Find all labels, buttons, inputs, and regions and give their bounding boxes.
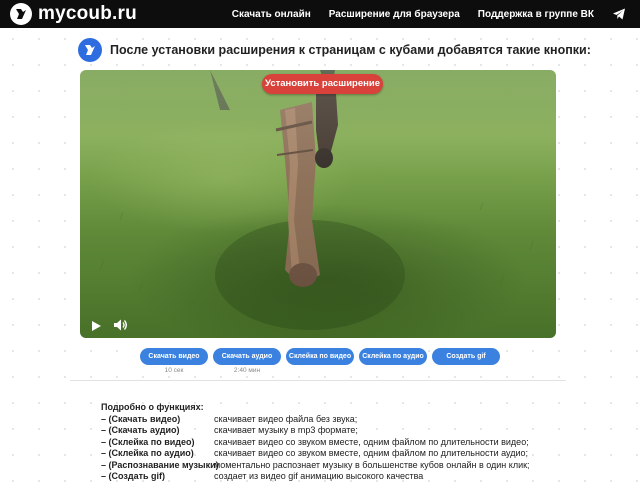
list-item: – (Создать gif) создает из видео gif ани… <box>101 471 530 483</box>
nav-download-online[interactable]: Скачать онлайн <box>232 9 311 20</box>
button-captions: 10 сек 2:40 мин <box>140 367 286 374</box>
feature-name: – (Распознавание музыки) <box>101 459 219 470</box>
feature-name: – (Склейка по аудио) <box>101 448 194 458</box>
audio-duration: 2:40 мин <box>233 367 261 374</box>
video-player[interactable]: Установить расширение <box>80 70 556 338</box>
install-extension-button[interactable]: Установить расширение <box>262 74 383 94</box>
download-video-button[interactable]: Скачать видео <box>140 348 208 365</box>
feature-desc: создает из видео gif анимацию высокого к… <box>214 471 424 481</box>
volume-icon[interactable] <box>113 318 128 332</box>
merge-by-video-button[interactable]: Склейка по видео <box>286 348 354 365</box>
feature-name: – (Создать gif) <box>101 471 166 481</box>
features-list: Подробно о функциях: – (Скачать видео) с… <box>101 402 530 483</box>
feature-desc: скачивает видео со звуком вместе, одним … <box>214 448 529 458</box>
download-audio-button[interactable]: Скачать аудио <box>213 348 281 365</box>
coub-action-buttons: Скачать видео Скачать аудио Склейка по в… <box>140 348 505 365</box>
intro-text: После установки расширения к страницам с… <box>110 43 591 57</box>
logo-icon <box>10 3 32 25</box>
extension-icon <box>78 38 102 62</box>
divider <box>70 380 566 381</box>
list-item: – (Скачать видео) скачивает видео файла … <box>101 414 530 426</box>
site-name: mycoub.ru <box>38 3 137 24</box>
feature-desc: скачивает видео файла без звука; <box>214 413 358 424</box>
top-bar: mycoub.ru Скачать онлайн Расширение для … <box>0 0 640 28</box>
video-overlay <box>80 70 556 338</box>
list-item: – (Скачать аудио) скачивает музыку в mp3… <box>101 425 530 437</box>
play-icon[interactable] <box>90 319 102 331</box>
feature-desc: скачивает видео со звуком вместе, одним … <box>214 436 529 447</box>
feature-desc: моментально распознает музыку в большенс… <box>214 459 530 470</box>
main-nav: Скачать онлайн Расширение для браузера П… <box>232 0 640 28</box>
feature-desc: скачивает музыку в mp3 формате; <box>214 425 358 435</box>
list-item: – (Склейка по аудио) скачивает видео со … <box>101 448 530 460</box>
telegram-icon[interactable] <box>612 7 626 21</box>
nav-browser-extension[interactable]: Расширение для браузера <box>329 9 460 20</box>
merge-by-audio-button[interactable]: Склейка по аудио <box>359 348 427 365</box>
video-duration: 10 сек <box>164 367 184 374</box>
nav-vk-support[interactable]: Поддержка в группе ВК <box>478 9 594 20</box>
feature-name: – (Склейка по видео) <box>101 436 195 447</box>
intro: После установки расширения к страницам с… <box>78 38 591 62</box>
list-item: – (Склейка по видео) скачивает видео со … <box>101 437 530 449</box>
feature-name: – (Скачать аудио) <box>101 425 180 435</box>
list-item: – (Распознавание музыки) моментально рас… <box>101 460 530 472</box>
create-gif-button[interactable]: Создать gif <box>432 348 500 365</box>
site-logo[interactable]: mycoub.ru <box>10 3 137 25</box>
feature-name: – (Скачать видео) <box>101 413 181 424</box>
features-title: Подробно о функциях: <box>101 402 204 412</box>
